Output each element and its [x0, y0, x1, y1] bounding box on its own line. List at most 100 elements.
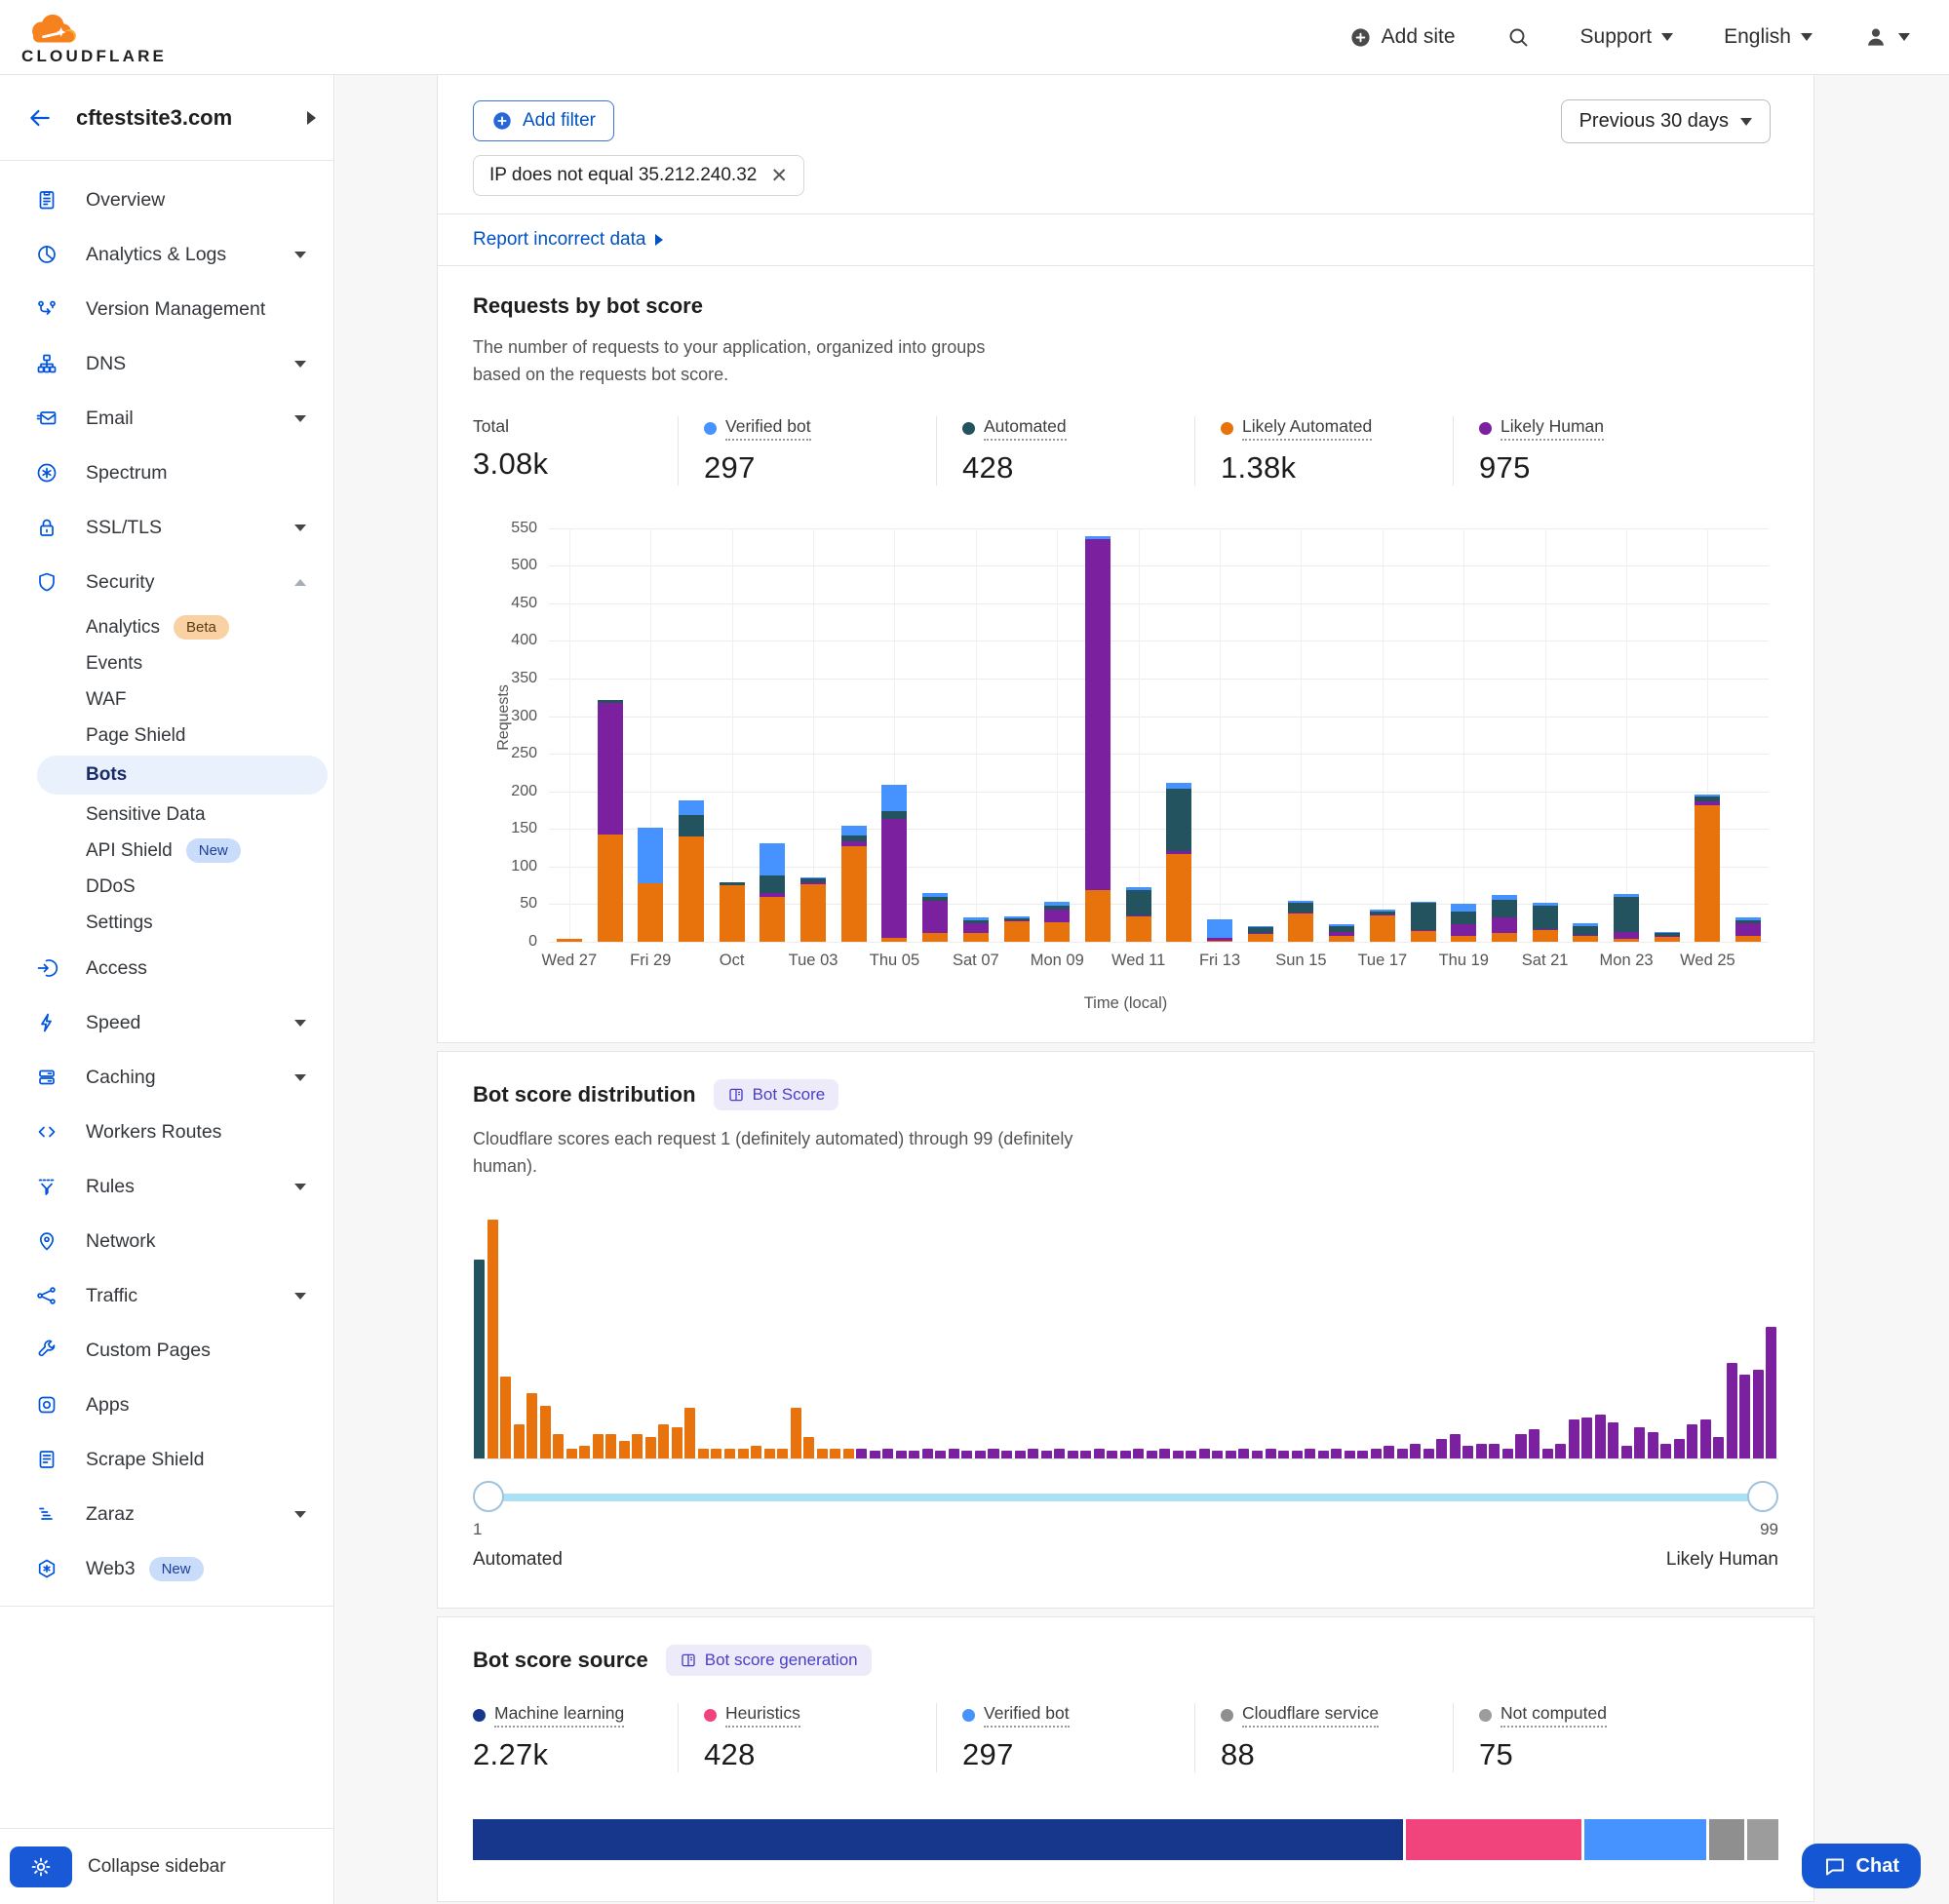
histogram-bar[interactable]	[1542, 1449, 1553, 1458]
histogram-bar[interactable]	[935, 1451, 946, 1457]
histogram-bar[interactable]	[1727, 1363, 1737, 1458]
stacked-bar[interactable]	[1614, 894, 1639, 942]
histogram-bar[interactable]	[1331, 1449, 1342, 1458]
account-menu[interactable]	[1863, 24, 1910, 50]
histogram-bar[interactable]	[922, 1449, 933, 1458]
histogram-bar[interactable]	[1739, 1375, 1750, 1458]
filter-chip[interactable]: IP does not equal 35.212.240.32 ✕	[473, 155, 804, 196]
histogram-bar[interactable]	[1041, 1451, 1052, 1457]
histogram-bar[interactable]	[949, 1449, 959, 1458]
histogram-bar[interactable]	[1292, 1451, 1303, 1457]
sidebar-item-rules[interactable]: Rules	[0, 1159, 333, 1214]
histogram-bar[interactable]	[540, 1406, 551, 1458]
histogram-bar[interactable]	[1252, 1451, 1263, 1457]
histogram-bar[interactable]	[1226, 1451, 1236, 1457]
histogram-bar[interactable]	[1107, 1451, 1117, 1457]
histogram-bar[interactable]	[777, 1449, 788, 1458]
histogram-bar[interactable]	[1450, 1434, 1461, 1458]
stat-label[interactable]: Machine learning	[473, 1703, 624, 1728]
histogram-bar[interactable]	[803, 1437, 814, 1458]
sidebar-item-events[interactable]: Events	[0, 645, 333, 681]
stat-label[interactable]: Not computed	[1479, 1703, 1607, 1728]
histogram-bar[interactable]	[751, 1446, 761, 1457]
histogram-bar[interactable]	[1173, 1451, 1184, 1457]
histogram-bar[interactable]	[711, 1449, 721, 1458]
chat-button[interactable]: Chat	[1802, 1844, 1921, 1888]
histogram-bar[interactable]	[1186, 1451, 1196, 1457]
stacked-bar[interactable]	[922, 893, 948, 942]
histogram-bar[interactable]	[605, 1434, 616, 1458]
stacked-bar[interactable]	[1085, 536, 1111, 942]
sidebar-item-page-shield[interactable]: Page Shield	[0, 718, 333, 754]
stacked-bar[interactable]	[1370, 910, 1395, 941]
histogram-bar[interactable]	[1054, 1449, 1065, 1458]
histogram-bar[interactable]	[1212, 1451, 1223, 1457]
histogram-bar[interactable]	[1278, 1451, 1289, 1457]
histogram-bar[interactable]	[856, 1449, 867, 1458]
stacked-bar[interactable]	[638, 828, 663, 941]
histogram-bar[interactable]	[1305, 1449, 1315, 1458]
stacked-bar[interactable]	[1166, 783, 1191, 942]
stacked-bar[interactable]	[1004, 916, 1030, 942]
cloudflare-logo[interactable]: CLOUDFLARE	[21, 11, 167, 64]
chevron-right-icon[interactable]	[307, 111, 316, 125]
histogram-bar[interactable]	[1133, 1449, 1144, 1458]
histogram-bar[interactable]	[988, 1449, 998, 1458]
add-filter-button[interactable]: Add filter	[473, 100, 614, 141]
sidebar-item-web3[interactable]: Web3New	[0, 1541, 333, 1596]
histogram-bar[interactable]	[1595, 1415, 1606, 1457]
add-site-button[interactable]: Add site	[1349, 25, 1456, 49]
sidebar-item-access[interactable]: Access	[0, 941, 333, 995]
slider-track[interactable]	[479, 1494, 1773, 1501]
histogram-bar[interactable]	[619, 1441, 630, 1457]
histogram-bar[interactable]	[632, 1434, 643, 1458]
stacked-bar[interactable]	[1735, 917, 1761, 942]
histogram-bar[interactable]	[1384, 1446, 1394, 1457]
histogram-bar[interactable]	[896, 1451, 907, 1457]
sidebar-item-email[interactable]: Email	[0, 391, 333, 446]
sidebar-item-workers-routes[interactable]: Workers Routes	[0, 1105, 333, 1159]
histogram-bar[interactable]	[1120, 1451, 1131, 1457]
histogram-bar[interactable]	[1080, 1451, 1091, 1457]
stacked-bar[interactable]	[1411, 902, 1436, 942]
stacked-bar[interactable]	[679, 800, 704, 942]
support-menu[interactable]: Support	[1580, 25, 1674, 49]
sidebar-item-dns[interactable]: DNS	[0, 336, 333, 391]
histogram-bar[interactable]	[1357, 1451, 1368, 1457]
stacked-bar[interactable]	[1288, 901, 1313, 942]
histogram-bar[interactable]	[1608, 1422, 1618, 1458]
histogram-bar[interactable]	[1621, 1446, 1632, 1457]
stacked-bar[interactable]	[1248, 926, 1273, 941]
sidebar-item-waf[interactable]: WAF	[0, 681, 333, 718]
sidebar-item-settings[interactable]: Settings	[0, 905, 333, 941]
bot-score-generation-badge[interactable]: Bot score generation	[666, 1645, 872, 1676]
sidebar-item-ssl-tls[interactable]: SSL/TLS	[0, 500, 333, 555]
histogram-bar[interactable]	[645, 1437, 656, 1458]
histogram-bar[interactable]	[1147, 1451, 1157, 1457]
histogram-bar[interactable]	[566, 1449, 577, 1458]
histogram-bar[interactable]	[1476, 1444, 1487, 1458]
stat-label[interactable]: Cloudflare service	[1221, 1703, 1379, 1728]
source-segment-not-computed[interactable]	[1747, 1819, 1778, 1860]
stacked-bar[interactable]	[1126, 887, 1151, 941]
stacked-bar[interactable]	[760, 843, 785, 942]
histogram-bar[interactable]	[1569, 1419, 1579, 1457]
stacked-bar[interactable]	[1655, 932, 1680, 942]
stacked-bar[interactable]	[963, 917, 989, 942]
stacked-bar[interactable]	[841, 826, 867, 942]
histogram-bar[interactable]	[1068, 1451, 1078, 1457]
stacked-bar[interactable]	[720, 882, 745, 942]
source-segment-machine-learning[interactable]	[473, 1819, 1403, 1860]
histogram-bar[interactable]	[1318, 1451, 1329, 1457]
histogram-bar[interactable]	[474, 1260, 485, 1457]
histogram-bar[interactable]	[724, 1449, 735, 1458]
close-icon[interactable]: ✕	[770, 166, 788, 186]
histogram-bar[interactable]	[1397, 1449, 1408, 1458]
histogram-bar[interactable]	[1555, 1444, 1566, 1458]
histogram-bar[interactable]	[672, 1427, 682, 1458]
histogram-bar[interactable]	[1410, 1444, 1421, 1458]
stacked-bar[interactable]	[1492, 895, 1517, 942]
collapse-sidebar-label[interactable]: Collapse sidebar	[88, 1856, 226, 1878]
back-arrow-icon[interactable]	[27, 105, 53, 131]
histogram-bar[interactable]	[817, 1449, 828, 1458]
